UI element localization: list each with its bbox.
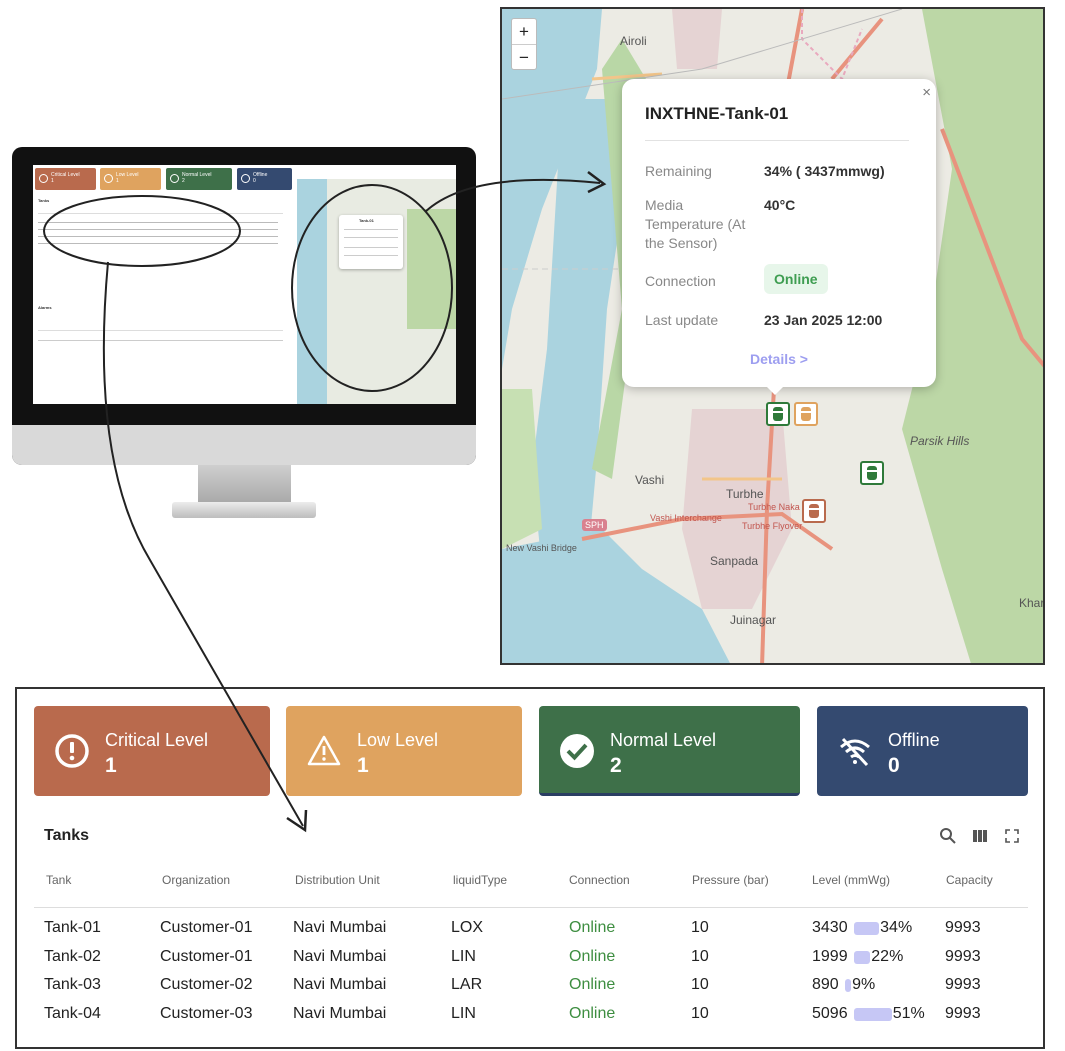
callout-arrows <box>43 171 607 833</box>
